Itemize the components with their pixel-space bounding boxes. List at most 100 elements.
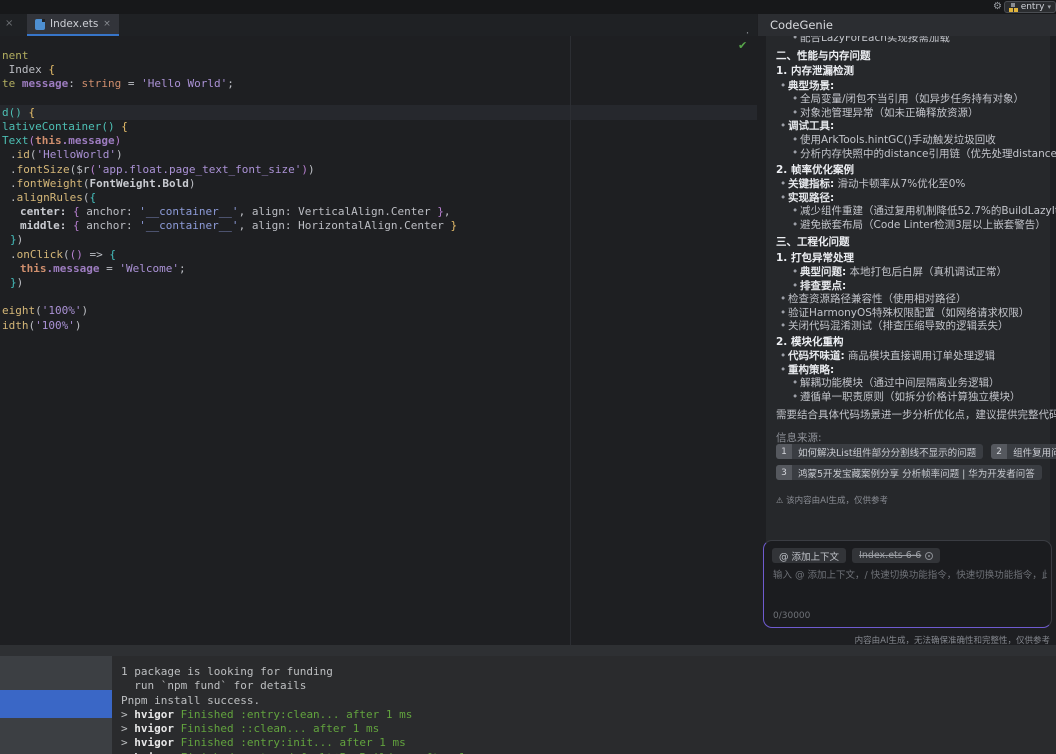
code-token: '__container__' [139,205,238,218]
code-token: . [10,248,17,261]
code-token: : [68,77,81,90]
source-chip[interactable]: 2 组件复用问题诊断分析 [991,444,1056,459]
bullet-item: 全局变量/闭包不当引用（如异步任务持有对象） [776,93,1056,107]
code-line: idth('100%') [2,319,457,333]
chat-input-placeholder[interactable]: 输入 @ 添加上下文，/ 快速切换功能指令，快速切换功能指令，此功能会上传代码 [773,569,1047,582]
code-token: HorizontalAlign.Center [298,219,444,232]
code-token: ) [116,148,123,161]
code-line: Index { [2,63,457,77]
eye-icon[interactable] [925,552,933,560]
terminal-token: hvigor [134,708,180,721]
source-chip[interactable]: 1如何解决List组件部分分割线不显示的问题 [776,444,983,459]
code-token: { [89,191,96,204]
code-token: ( [35,304,42,317]
run-config-selector[interactable]: entry ▾ [1004,1,1056,13]
bullet-item: 调试工具: [776,120,1056,134]
section-heading: 三、工程化问题 [776,236,1056,250]
code-line: .fontSize($r('app.float.page_text_font_s… [2,163,457,177]
tool-window-stripe [0,656,112,754]
bullet-label: 典型场景: [788,80,834,92]
source-number: 2 [991,444,1007,459]
bullet-item: 对象池管理异常（如未正确释放资源） [776,107,1056,121]
code-token: => [83,248,110,261]
ets-file-icon [35,19,45,30]
code-token: = [121,77,141,90]
code-token: middle: [20,219,73,232]
settings-gear-icon[interactable]: ⚙ [993,1,1002,13]
section-heading: 1. 内存泄漏检测 [776,65,1056,79]
bullet-label: 调试工具: [788,120,834,132]
code-line: .fontWeight(FontWeight.Bold) [2,177,457,191]
code-token: ) [75,319,82,332]
bullet-item: 使用ArkTools.hintGC()手动触发垃圾回收 [776,134,1056,148]
code-token: FontWeight.Bold [89,177,188,190]
code-token: this [20,262,47,275]
inspection-status-icon[interactable]: ✔ [738,39,747,52]
code-line: Text(this.message) [2,134,457,148]
code-line: eight('100%') [2,304,457,318]
source-title: 组件复用问题诊断分析 [1013,445,1056,459]
bullet-label: 代码坏味道: [788,350,845,362]
panel-title: CodeGenie [770,18,833,32]
bullet-item: 实现路径: [776,192,1056,206]
code-token: { [121,120,128,133]
code-token: this [35,134,62,147]
code-token: '__container__' [139,219,238,232]
tab-close-icon[interactable]: × [103,19,111,29]
tab-index-ets[interactable]: Index.ets × [27,14,119,36]
source-number: 1 [776,444,792,459]
code-token: { [73,219,86,232]
source-chip-row: 3鸿蒙5开发宝藏案例分享 分析帧率问题 | 华为开发者问答 [776,465,1056,480]
source-title: 鸿蒙5开发宝藏案例分享 分析帧率问题 | 华为开发者问答 [798,466,1035,480]
assistant-response-card: 配合LazyForEach实现按需加载二、性能与内存问题1. 内存泄漏检测典型场… [766,36,1050,558]
terminal-line: 1 package is looking for funding [121,665,485,679]
file-context-chip[interactable]: Index.ets 6-6 [852,548,940,563]
bullet-label: 实现路径: [788,192,834,204]
code-token: id [17,148,30,161]
bullet-item: 减少组件重建（通过复用机制降低52.7%的BuildLazyItem耗时） [776,205,1056,219]
bullet-item: 代码坏味道: 商品模块直接调用订单处理逻辑 [776,350,1056,364]
code-token: ; [179,262,186,275]
wrap-guide-line [570,36,571,645]
code-token: . [10,177,17,190]
code-token: = [99,262,119,275]
code-token: { [29,106,36,119]
assistant-message-blocks: 配合LazyForEach实现按需加载二、性能与内存问题1. 内存泄漏检测典型场… [776,36,1056,445]
panel-separator[interactable] [0,645,1056,656]
code-editor[interactable]: ✔ nent Index {te message: string = 'Hell… [0,36,757,645]
code-token: Index [2,63,48,76]
context-chip-row: @ 添加上下文 Index.ets 6-6 [772,548,940,563]
terminal-token: Pnpm install success. [121,694,260,707]
run-config-label: entry [1021,2,1045,12]
code-token: te [2,77,22,90]
paragraph: 需要结合具体代码场景进一步分析优化点，建议提供完整代码片段以便精准定位问题 [776,409,1056,423]
chat-input-box[interactable]: @ 添加上下文 Index.ets 6-6 输入 @ 添加上下文，/ 快速切换功… [763,540,1052,628]
code-token: onClick [17,248,63,261]
code-token: } [10,233,17,246]
assistant-panel: 配合LazyForEach实现按需加载二、性能与内存问题1. 内存泄漏检测典型场… [758,36,1056,645]
add-context-chip[interactable]: @ 添加上下文 [772,548,846,563]
code-token: } [444,219,457,232]
terminal-panel[interactable]: 1 package is looking for funding run `np… [0,656,1056,754]
section-heading: 二、性能与内存问题 [776,50,1056,64]
code-lines: nent Index {te message: string = 'Hello … [2,49,457,333]
ai-disclaimer: ⚠该内容由AI生成，仅供参考 [776,494,888,506]
prev-tab-close-icon[interactable]: × [5,18,13,29]
code-token: fontWeight [17,177,83,190]
bullet-item: 避免嵌套布局（Code Linter检测3层以上嵌套警告） [776,219,1056,233]
code-token: ) [115,134,122,147]
source-chip[interactable]: 3鸿蒙5开发宝藏案例分享 分析帧率问题 | 华为开发者问答 [776,465,1042,480]
code-token: string [81,77,121,90]
bullet-label: 排查要点: [800,280,846,292]
bullet-item: 配合LazyForEach实现按需加载 [776,36,1056,46]
bullet-label: 典型问题: [800,266,846,278]
char-counter: 0/30000 [773,611,810,621]
code-line: }) [2,276,457,290]
terminal-token: run `npm fund` for details [121,679,306,692]
source-chips: 1如何解决List组件部分分割线不显示的问题 2 组件复用问题诊断分析 3鸿蒙5开发宝… [776,444,1056,486]
code-token: ) [17,233,24,246]
selected-list-item[interactable] [0,690,112,718]
code-token: { [73,205,86,218]
code-token: lativeContainer() [2,120,121,133]
code-token: ( [63,248,70,261]
